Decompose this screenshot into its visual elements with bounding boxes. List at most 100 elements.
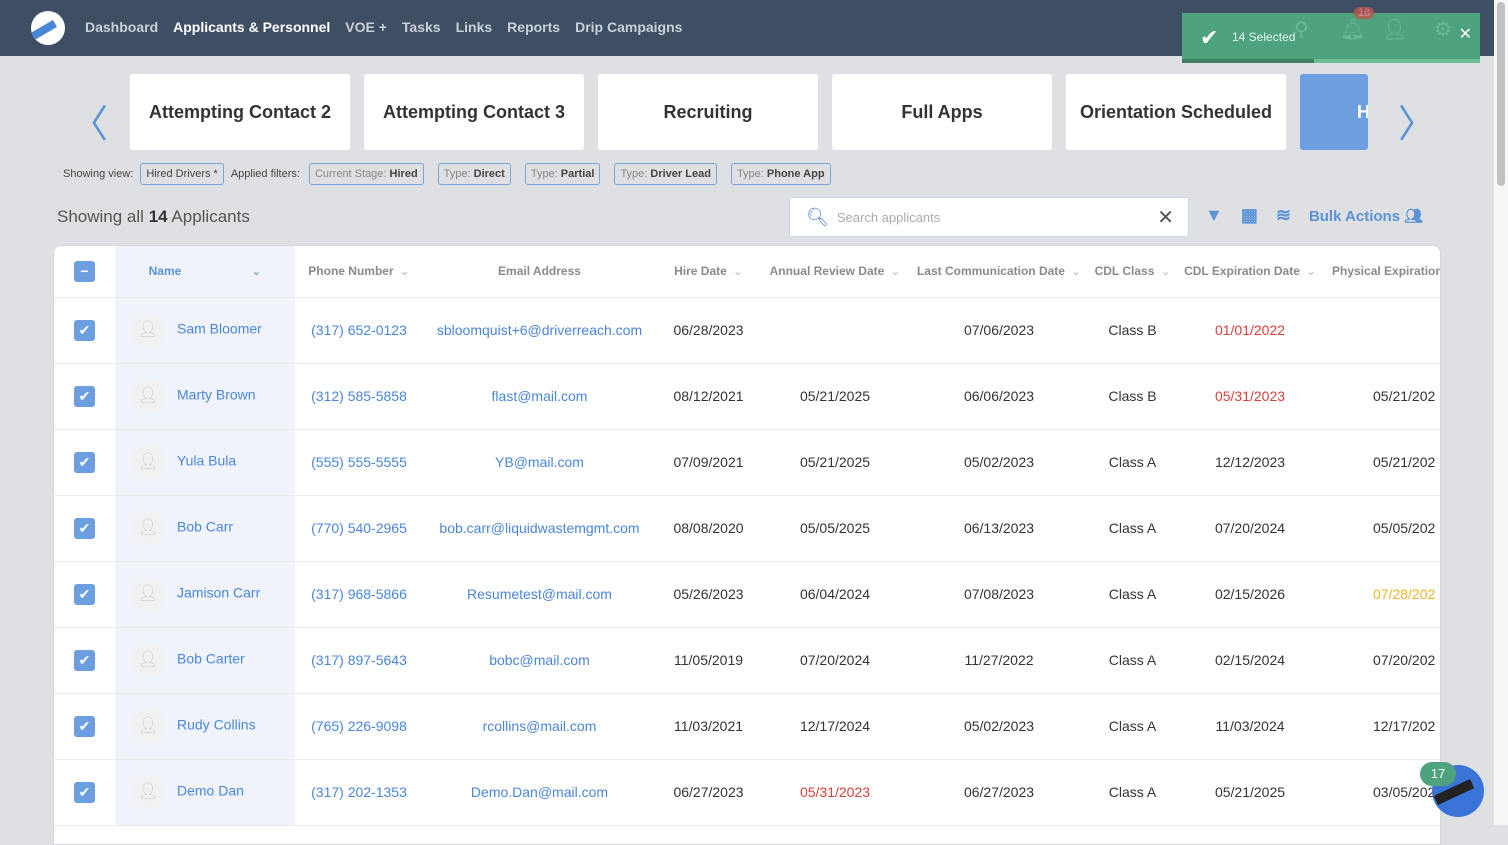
row-checkbox[interactable]: ✔ [54,297,115,364]
add-user-icon[interactable]: 👤︎ [1382,17,1407,42]
layers-icon[interactable]: ≋ [1276,205,1291,226]
column-header[interactable]: Annual Review Date ⌄ [761,246,909,298]
column-header[interactable]: Last Communication Date ⌄ [909,246,1089,298]
applicant-name-link[interactable]: Bob Carter [177,651,245,667]
row-checkbox[interactable]: ✔ [54,495,115,562]
nav-item-drip-campaigns[interactable]: Drip Campaigns [575,19,682,35]
annual-review-date: 12/17/2024 [799,718,871,734]
logo[interactable] [31,11,65,45]
filter-chip[interactable]: Current Stage: Hired [308,163,424,185]
chevron-down-icon[interactable]: ⌄ [890,264,900,278]
table-row[interactable]: ✔ 👤︎ Yula Bula (555) 555-5555 YB@mail.com 07/… [54,429,1440,496]
row-checkbox[interactable]: ✔ [54,759,115,826]
phone-link[interactable]: (317) 897-5643 [311,652,407,668]
bell-icon[interactable]: 🔔︎ [1340,17,1365,42]
row-checkbox[interactable]: ✔ [54,429,115,496]
chevron-down-icon[interactable]: ⌄ [1071,264,1081,278]
phone-link[interactable]: (317) 202-1353 [311,784,407,800]
phone-link[interactable]: (770) 540-2965 [311,520,407,536]
column-header[interactable]: Phone Number ⌄ [295,246,423,298]
stage-card[interactable]: Orientation Scheduled [1066,74,1286,150]
applicant-name-link[interactable]: Yula Bula [177,453,236,469]
hire-date: 08/12/2021 [673,388,744,404]
next-stage-arrow[interactable]: 〉 [1398,93,1436,148]
phone-link-cell: (765) 226-9098 [295,693,423,760]
scrollbar[interactable] [1494,0,1508,825]
nav-item-dashboard[interactable]: Dashboard [85,19,158,35]
nav-item-applicants-personnel[interactable]: Applicants & Personnel [173,19,330,35]
gear-icon[interactable]: ⚙ [1434,17,1452,42]
email-link[interactable]: sbloomquist+6@driverreach.com [437,322,642,338]
email-link[interactable]: bob.carr@liquidwastemgmt.com [439,520,639,536]
search-input[interactable]: 🔍︎ Search applicants ✕ [789,197,1189,237]
filter-chip[interactable]: Type: Driver Lead [614,163,717,185]
phone-link[interactable]: (312) 585-5858 [311,388,407,404]
hire-date: 07/09/2021 [673,454,744,470]
phone-link[interactable]: (765) 226-9098 [311,718,407,734]
column-header[interactable]: Name ⌄ [115,246,295,298]
applicant-name-link[interactable]: Marty Brown [177,387,256,403]
table-row[interactable]: ✔ 👤︎ Marty Brown (312) 585-5858 flast@mail.c… [54,363,1440,430]
search-icon[interactable]: ⚲ [1294,17,1309,42]
applicant-name-link[interactable]: Demo Dan [177,783,244,799]
columns-icon[interactable]: ▦ [1241,205,1258,226]
applicant-name-link[interactable]: Jamison Carr [177,585,260,601]
stage-card[interactable]: Full Apps [832,74,1052,150]
row-checkbox[interactable]: ✔ [54,627,115,694]
stage-card[interactable]: Recruiting [598,74,818,150]
table-row[interactable]: ✔ 👤︎ Jamison Carr (317) 968-5866 Resumetest@… [54,561,1440,628]
column-header[interactable]: Email Address [423,246,656,298]
row-checkbox[interactable]: ✔ [54,363,115,430]
stage-card[interactable]: Attempting Contact 3 [364,74,584,150]
chevron-down-icon[interactable]: ⌄ [251,264,261,278]
phone-link[interactable]: (317) 968-5866 [311,586,407,602]
nav-item-tasks[interactable]: Tasks [402,19,441,35]
nav-item-links[interactable]: Links [456,19,493,35]
filter-icon[interactable]: ▼ [1205,205,1223,226]
chevron-down-icon[interactable]: ⌄ [733,264,743,278]
row-checkbox[interactable]: ✔ [54,561,115,628]
phone-link[interactable]: (317) 652-0123 [311,322,407,338]
bulk-actions-button[interactable]: Bulk Actions 👥︎ [1309,207,1423,225]
view-chip[interactable]: Hired Drivers * [140,163,224,185]
annual-review-date: 05/21/2025 [799,454,871,470]
chevron-down-icon[interactable]: ⌄ [400,264,410,278]
close-icon[interactable]: ✕ [1459,24,1472,44]
select-all-checkbox[interactable]: − [54,246,115,298]
filter-chip[interactable]: Type: Phone App [730,163,831,185]
applicant-name-link[interactable]: Rudy Collins [177,717,256,733]
applicant-name-link[interactable]: Bob Carr [177,519,233,535]
filter-chip[interactable]: Type: Direct [437,163,511,185]
cdl-expiration-date: 05/31/2023 [1214,388,1286,404]
stage-card[interactable]: Attempting Contact 2 [130,74,350,150]
stage-card[interactable]: H [1300,74,1368,150]
column-header[interactable]: Physical Expiration [1324,246,1440,298]
table-row[interactable]: ✔ 👤︎ Sam Bloomer (317) 652-0123 sbloomquist+… [54,297,1440,364]
row-checkbox[interactable]: ✔ [54,693,115,760]
email-link-cell: sbloomquist+6@driverreach.com [423,297,656,364]
table-row[interactable]: ✔ 👤︎ Rudy Collins (765) 226-9098 rcollins@ma… [54,693,1440,760]
chevron-down-icon[interactable]: ⌄ [1160,264,1170,278]
table-row[interactable]: ✔ 👤︎ Demo Dan (317) 202-1353 Demo.Dan@mail.c… [54,759,1440,826]
email-link[interactable]: YB@mail.com [495,454,584,470]
column-header[interactable]: CDL Class ⌄ [1089,246,1176,298]
table-row[interactable]: ✔ 👤︎ Bob Carter (317) 897-5643 bobc@mail.com… [54,627,1440,694]
table-row[interactable]: ✔ 👤︎ Bob Carr (770) 540-2965 bob.carr@liquid… [54,495,1440,562]
phone-link[interactable]: (555) 555-5555 [311,454,407,470]
chevron-down-icon[interactable]: ⌄ [1306,264,1316,278]
prev-stage-arrow[interactable]: 〈 [70,93,108,148]
filter-chip[interactable]: Type: Partial [524,163,601,185]
email-link[interactable]: Resumetest@mail.com [467,586,612,602]
email-link[interactable]: Demo.Dan@mail.com [471,784,608,800]
email-link[interactable]: bobc@mail.com [489,652,590,668]
nav-item-reports[interactable]: Reports [507,19,560,35]
clear-search-icon[interactable]: ✕ [1157,205,1174,230]
column-header[interactable]: CDL Expiration Date ⌄ [1176,246,1324,298]
last-communication-date: 06/13/2023 [963,520,1035,536]
applicant-name-link[interactable]: Sam Bloomer [177,321,262,337]
email-link-cell: flast@mail.com [423,363,656,430]
email-link[interactable]: flast@mail.com [492,388,588,404]
nav-item-voe-[interactable]: VOE + [345,19,387,35]
column-header[interactable]: Hire Date ⌄ [656,246,761,298]
email-link[interactable]: rcollins@mail.com [483,718,597,734]
